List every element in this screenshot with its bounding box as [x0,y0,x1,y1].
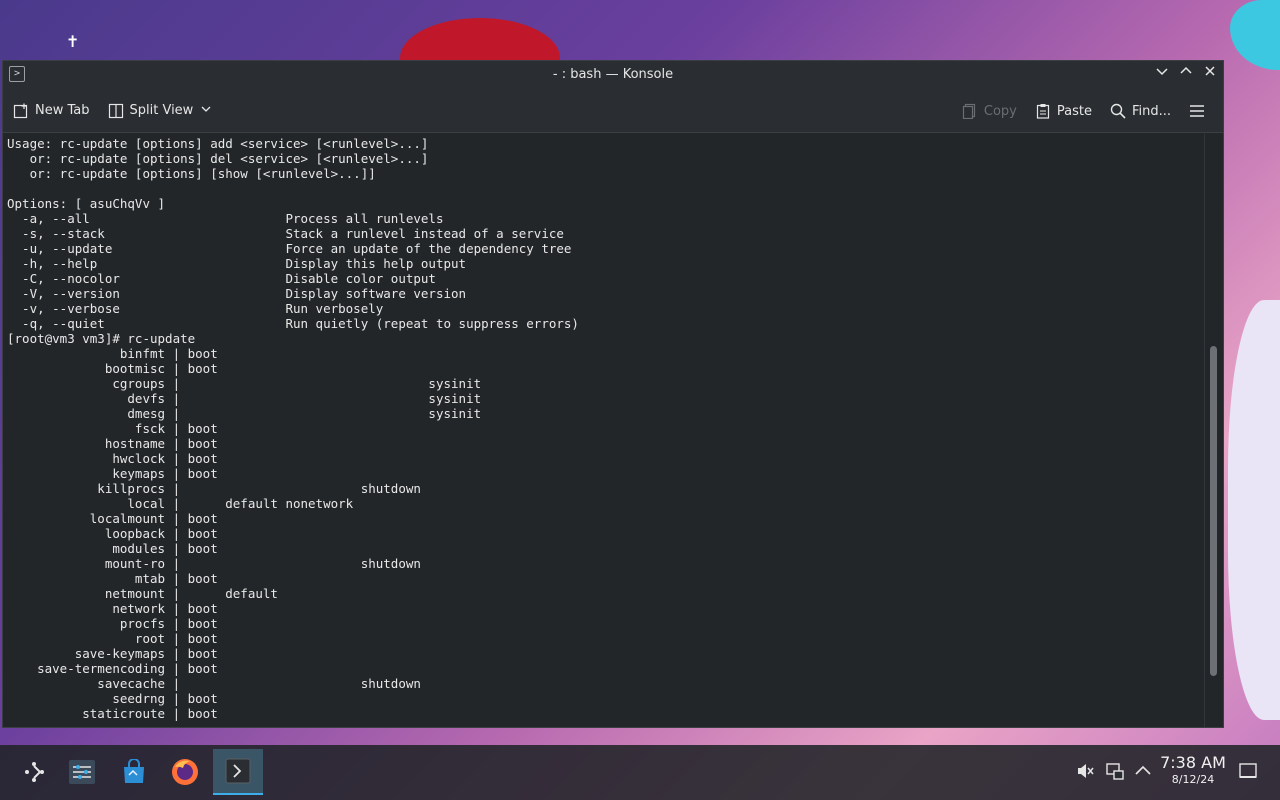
chevron-down-icon [201,103,211,118]
konsole-window: > - : bash — Konsole New Tab Split View … [2,60,1224,728]
volume-muted-icon[interactable] [1075,761,1095,781]
terminal-line: hwclock | boot [7,451,218,466]
terminal-line: -v, --verbose Run verbosely [7,301,384,316]
find-label: Find... [1131,103,1171,119]
terminal-line: hostname | boot [7,436,218,451]
terminal-line: -h, --help Display this help output [7,256,467,271]
copy-button[interactable]: Copy [962,103,1017,120]
clock-time: 7:38 AM [1160,753,1226,772]
terminal-line: modules | boot [7,541,218,556]
terminal-line: -V, --version Display software version [7,286,467,301]
clock[interactable]: 7:38 AM 8/12/24 [1160,753,1226,786]
clock-date: 8/12/24 [1171,773,1215,786]
terminal-line: fsck | boot [7,421,218,436]
terminal-line: savecache | shutdown [7,676,421,691]
terminal-line: [root@vm3 vm3]# rc-update [7,331,196,346]
terminal-line: network | boot [7,601,218,616]
close-icon[interactable] [1203,65,1217,83]
terminal-line: netmount | default [7,586,278,601]
terminal-output[interactable]: Usage: rc-update [options] add <service>… [3,134,1205,727]
terminal-line: -s, --stack Stack a runlevel instead of … [7,226,564,241]
terminal-line: dmesg | sysinit [7,406,482,421]
terminal-line: mtab | boot [7,571,218,586]
terminal-line: or: rc-update [options] [show [<runlevel… [7,166,376,181]
maximize-icon[interactable] [1179,65,1193,83]
show-hidden-icons-icon[interactable] [1133,761,1153,781]
wallpaper-shape [1230,0,1280,70]
toolbar: New Tab Split View Copy Paste Find... [3,89,1223,133]
terminal-line: root | boot [7,631,218,646]
scrollbar-thumb[interactable] [1210,346,1217,676]
network-wired-icon[interactable] [1105,761,1125,781]
search-icon [1110,103,1126,119]
terminal-line: devfs | sysinit [7,391,482,406]
terminal-line: binfmt | boot [7,346,218,361]
terminal-line: killprocs | shutdown [7,481,421,496]
new-tab-label: New Tab [35,103,90,118]
terminal-line: procfs | boot [7,616,218,631]
terminal-line: mount-ro | shutdown [7,556,421,571]
minimize-icon[interactable] [1155,65,1169,83]
paste-button[interactable]: Paste [1035,103,1092,119]
terminal-line: save-keymaps | boot [7,646,218,661]
terminal-line: Options: [ asuChqVv ] [7,196,166,211]
desktop-cursor-icon: ✝ [66,32,80,51]
firefox-icon[interactable] [161,749,209,795]
terminal-line: -C, --nocolor Disable color output [7,271,436,286]
terminal-line: seedrng | boot [7,691,218,706]
terminal-line: Usage: rc-update [options] add <service>… [7,136,429,151]
system-settings-icon[interactable] [58,749,106,795]
terminal-line: bootmisc | boot [7,361,218,376]
new-tab-icon [13,103,29,119]
discover-store-icon[interactable] [110,749,158,795]
copy-label: Copy [983,103,1017,119]
application-launcher-icon[interactable] [10,749,58,795]
terminal-line: keymaps | boot [7,466,218,481]
terminal-line: save-termencoding | boot [7,661,218,676]
copy-icon [962,103,978,120]
terminal-scrollbar[interactable] [1204,134,1223,727]
find-button[interactable]: Find... [1110,103,1171,119]
title-bar[interactable]: > - : bash — Konsole [3,61,1223,89]
terminal-line: cgroups | sysinit [7,376,482,391]
terminal-line: loopback | boot [7,526,218,541]
terminal-line: or: rc-update [options] del <service> [<… [7,151,429,166]
split-view-button[interactable]: Split View [108,103,212,119]
paste-icon [1035,103,1051,119]
hamburger-menu-icon [1189,103,1205,119]
split-view-icon [108,103,124,119]
hamburger-menu-button[interactable] [1189,103,1211,119]
terminal-line: -u, --update Force an update of the depe… [7,241,572,256]
terminal-line: staticroute | boot [7,706,218,721]
new-tab-button[interactable]: New Tab [13,103,90,119]
window-title: - : bash — Konsole [552,67,674,82]
show-desktop-icon[interactable] [1238,761,1258,781]
taskbar: 7:38 AM 8/12/24 [0,745,1280,800]
konsole-icon[interactable] [213,749,263,795]
wallpaper-shape [1228,300,1280,720]
terminal-line: -q, --quiet Run quietly (repeat to suppr… [7,316,579,331]
split-view-label: Split View [129,103,194,118]
terminal-line: local | default nonetwork [7,496,354,511]
terminal-line: -a, --all Process all runlevels [7,211,444,226]
terminal-line: localmount | boot [7,511,218,526]
paste-label: Paste [1056,103,1092,119]
